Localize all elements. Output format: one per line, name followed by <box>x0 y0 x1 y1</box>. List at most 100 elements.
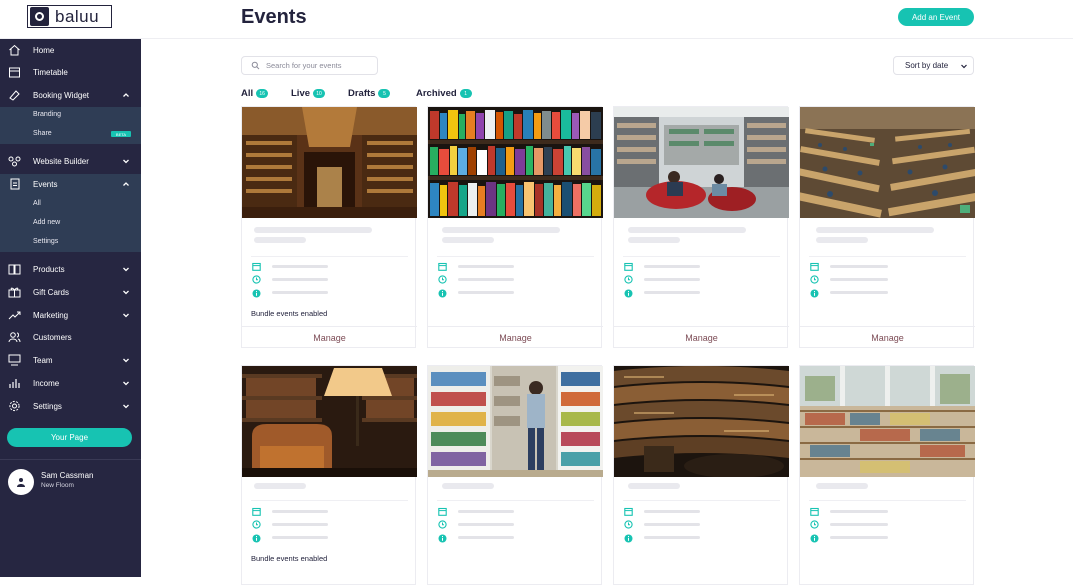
manage-button[interactable]: Manage <box>614 326 789 349</box>
sidebar-item-timetable[interactable]: Timetable <box>0 61 141 83</box>
title-placeholder <box>816 483 868 489</box>
bundle-status: Bundle events enabled <box>251 554 328 563</box>
home-icon <box>9 44 20 56</box>
chevron-up-icon <box>123 182 129 186</box>
booking-widget-submenu <box>0 107 141 144</box>
title-placeholder <box>628 483 680 489</box>
info-placeholder <box>644 291 700 294</box>
date-placeholder <box>830 265 888 268</box>
date-placeholder <box>272 265 328 268</box>
calendar-icon <box>438 262 447 271</box>
search-box[interactable] <box>241 56 378 75</box>
sidebar-item-customers[interactable]: Customers <box>0 326 141 348</box>
event-image-study-hall-tables[interactable] <box>800 107 975 218</box>
info-icon <box>624 534 633 543</box>
info-placeholder <box>272 536 328 539</box>
event-image-armchair-lamp-books[interactable] <box>242 366 417 477</box>
info-placeholder <box>272 291 328 294</box>
book-icon <box>8 264 21 275</box>
chevron-down-icon <box>123 267 129 272</box>
sidebar-item-gift-cards[interactable]: Gift Cards <box>0 281 141 303</box>
time-placeholder <box>644 523 700 526</box>
event-image-colorful-bookshelf[interactable] <box>428 107 603 218</box>
card-divider <box>623 500 780 501</box>
tab-count-badge: 16 <box>256 89 269 98</box>
event-card[interactable] <box>427 365 603 585</box>
sidebar-item-label: Marketing <box>33 310 69 320</box>
event-card[interactable]: Manage <box>799 106 975 349</box>
sort-dropdown[interactable]: Sort by date <box>893 56 974 75</box>
event-image-grand-library-hall[interactable] <box>242 107 417 218</box>
calendar-icon <box>252 262 261 271</box>
info-placeholder <box>458 291 514 294</box>
tab-label: Archived <box>416 88 457 99</box>
sidebar-item-booking-widget[interactable]: Booking Widget <box>0 84 141 106</box>
your-page-button[interactable]: Your Page <box>7 428 132 447</box>
submenu-item-branding[interactable]: Branding <box>33 111 61 118</box>
time-placeholder <box>458 278 514 281</box>
calendar-icon <box>810 507 819 516</box>
title-placeholder <box>816 227 934 233</box>
title-placeholder <box>628 227 746 233</box>
add-event-button[interactable]: Add an Event <box>898 8 974 26</box>
manage-button[interactable]: Manage <box>800 326 975 349</box>
submenu-item-all[interactable]: All <box>33 200 41 207</box>
tab-label: Live <box>291 88 311 99</box>
date-placeholder <box>458 510 514 513</box>
event-card[interactable]: Manage <box>427 106 603 349</box>
tab-label: All <box>241 88 254 99</box>
card-divider <box>623 256 780 257</box>
bars-icon <box>9 379 20 388</box>
sidebar-item-website-builder[interactable]: Website Builder <box>0 150 141 172</box>
submenu-item-add-new[interactable]: Add new <box>33 219 60 226</box>
sidebar-item-marketing[interactable]: Marketing <box>0 304 141 326</box>
tab-count-badge: 10 <box>313 89 326 98</box>
sidebar-item-label: Home <box>33 45 55 55</box>
sidebar-item-team[interactable]: Team <box>0 349 141 371</box>
title-placeholder <box>442 483 494 489</box>
subtitle-placeholder <box>816 237 868 243</box>
title-placeholder <box>254 227 372 233</box>
info-icon <box>438 289 447 298</box>
sidebar-divider <box>0 459 141 460</box>
sidebar-item-label: Events <box>33 179 58 189</box>
sidebar-item-income[interactable]: Income <box>0 372 141 394</box>
event-card[interactable] <box>799 365 975 585</box>
calendar-icon <box>252 507 261 516</box>
event-image-bright-book-shelves[interactable] <box>800 366 975 477</box>
tab-drafts[interactable]: Drafts 5 <box>348 88 391 99</box>
manage-button[interactable]: Manage <box>242 326 417 349</box>
avatar[interactable] <box>8 469 34 495</box>
chevron-down-icon <box>123 381 129 386</box>
sidebar-item-home[interactable]: Home <box>0 39 141 61</box>
chevron-up-icon <box>123 93 129 97</box>
event-card[interactable]: Bundle events enabled <box>241 365 417 585</box>
submenu-item-share[interactable]: Share <box>33 130 52 137</box>
sidebar-item-settings[interactable]: Settings <box>0 395 141 417</box>
tab-all[interactable]: All 16 <box>241 88 269 99</box>
clock-icon <box>252 520 261 529</box>
event-image-curved-library-balconies[interactable] <box>614 366 789 477</box>
date-placeholder <box>458 265 514 268</box>
sidebar-item-products[interactable]: Products <box>0 258 141 280</box>
event-card[interactable]: Bundle events enabled Manage <box>241 106 417 349</box>
event-image-library-reading-area[interactable] <box>614 107 789 218</box>
info-placeholder <box>830 291 888 294</box>
sidebar-item-label: Booking Widget <box>33 90 90 100</box>
event-card[interactable]: Manage <box>613 106 789 349</box>
search-input[interactable] <box>266 61 376 70</box>
submenu-item-settings[interactable]: Settings <box>33 238 58 245</box>
chevron-down-icon <box>123 290 129 295</box>
sidebar-item-events[interactable]: Events <box>0 173 141 195</box>
logo[interactable]: baluu <box>27 5 112 28</box>
tab-live[interactable]: Live 10 <box>291 88 326 99</box>
title-placeholder <box>254 483 306 489</box>
chevron-down-icon <box>123 159 129 164</box>
event-card[interactable] <box>613 365 789 585</box>
date-placeholder <box>272 510 328 513</box>
tab-archived[interactable]: Archived 1 <box>416 88 472 99</box>
manage-button[interactable]: Manage <box>428 326 603 349</box>
subtitle-placeholder <box>254 237 306 243</box>
card-divider <box>809 500 966 501</box>
event-image-person-in-library-aisle[interactable] <box>428 366 603 477</box>
